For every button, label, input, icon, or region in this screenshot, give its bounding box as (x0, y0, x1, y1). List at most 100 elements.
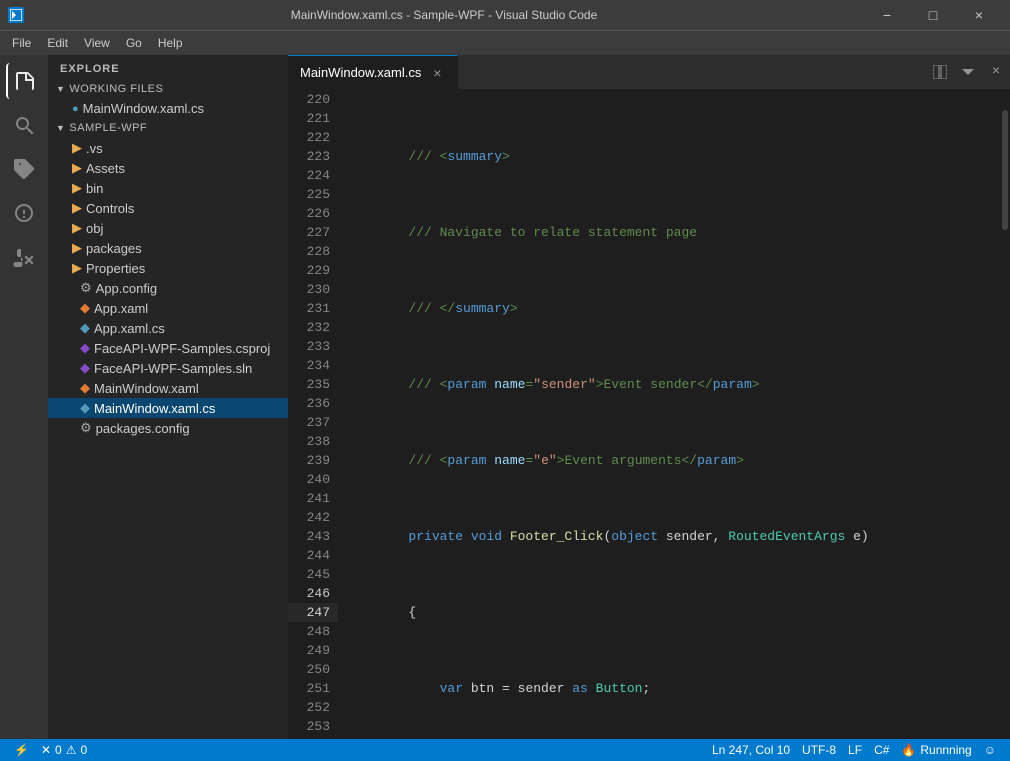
folder-label: obj (86, 221, 103, 236)
scroll-thumb[interactable] (1002, 110, 1008, 230)
window-title: MainWindow.xaml.cs - Sample-WPF - Visual… (32, 8, 856, 22)
line-numbers: 220 221 222 223 224 225 226 227 228 229 … (288, 90, 338, 739)
code-line-220: /// <summary> (346, 147, 1000, 166)
code-line-226: { (346, 603, 1000, 622)
code-line-224: /// <param name="e">Event arguments</par… (346, 451, 1000, 470)
tabs-bar: MainWindow.xaml.cs × × (288, 55, 1010, 90)
file-tree: ▶ .vs ▶ Assets ▶ bin ▶ Controls ▶ obj ▶ … (48, 138, 288, 739)
folder-icon: ▶ (72, 200, 82, 216)
file-csproj[interactable]: ◆ FaceAPI-WPF-Samples.csproj (48, 338, 288, 358)
encoding-label: UTF-8 (802, 743, 836, 757)
file-sln[interactable]: ◆ FaceAPI-WPF-Samples.sln (48, 358, 288, 378)
folder-vs[interactable]: ▶ .vs (48, 138, 288, 158)
extensions-icon[interactable] (6, 239, 42, 275)
close-button[interactable]: × (956, 0, 1002, 30)
file-label: App.xaml (94, 301, 148, 316)
git-icon[interactable] (6, 151, 42, 187)
folder-controls[interactable]: ▶ Controls (48, 198, 288, 218)
error-number: 0 (55, 743, 62, 757)
menu-file[interactable]: File (4, 34, 39, 52)
working-files-chevron: ▼ (56, 84, 65, 94)
folder-icon: ▶ (72, 240, 82, 256)
file-icon: ◆ (80, 320, 90, 336)
folder-icon: ▶ (72, 160, 82, 176)
file-app-config[interactable]: ⚙ App.config (48, 278, 288, 298)
position-label: Ln 247, Col 10 (712, 743, 790, 757)
file-app-xaml[interactable]: ◆ App.xaml (48, 298, 288, 318)
menu-help[interactable]: Help (150, 34, 191, 52)
editor-area: MainWindow.xaml.cs × × 220 221 222 223 (288, 55, 1010, 739)
working-files-label: WORKING FILES (69, 83, 163, 95)
sidebar-header: EXPLORE (48, 55, 288, 79)
menu-edit[interactable]: Edit (39, 34, 76, 52)
fire-icon: 🔥 (901, 743, 916, 757)
sample-wpf-chevron: ▼ (56, 123, 65, 133)
warning-icon: ⚠ (66, 743, 77, 757)
line-ending-item[interactable]: LF (842, 739, 868, 761)
sample-wpf-section[interactable]: ▼ SAMPLE-WPF (48, 118, 288, 138)
code-line-221: /// Navigate to relate statement page (346, 223, 1000, 242)
file-packages-config[interactable]: ⚙ packages.config (48, 418, 288, 438)
file-label: MainWindow.xaml (94, 381, 199, 396)
code-line-222: /// </summary> (346, 299, 1000, 318)
app-icon (8, 7, 24, 23)
minimize-button[interactable]: − (864, 0, 910, 30)
close-editor-button[interactable]: × (982, 58, 1010, 86)
tab-mainwindow[interactable]: MainWindow.xaml.cs × (288, 55, 458, 90)
file-label: FaceAPI-WPF-Samples.csproj (94, 341, 270, 356)
folder-bin[interactable]: ▶ bin (48, 178, 288, 198)
folder-label: bin (86, 181, 103, 196)
folder-assets[interactable]: ▶ Assets (48, 158, 288, 178)
smiley-item[interactable]: ☺ (978, 739, 1002, 761)
more-actions-button[interactable] (954, 58, 982, 86)
error-count[interactable]: ✕ 0 ⚠ 0 (35, 739, 93, 761)
folder-icon: ▶ (72, 180, 82, 196)
code-line-227: var btn = sender as Button; (346, 679, 1000, 698)
tab-label: MainWindow.xaml.cs (300, 65, 421, 80)
split-editor-button[interactable] (926, 58, 954, 86)
activity-bar (0, 55, 48, 739)
file-mainwindow-xaml[interactable]: ◆ MainWindow.xaml (48, 378, 288, 398)
explorer-icon[interactable] (6, 63, 42, 99)
working-files-section[interactable]: ▼ WORKING FILES (48, 79, 288, 99)
menu-view[interactable]: View (76, 34, 118, 52)
working-file-mainwindow[interactable]: ● MainWindow.xaml.cs (48, 99, 288, 118)
code-content[interactable]: /// <summary> /// Navigate to relate sta… (338, 90, 1000, 739)
menu-go[interactable]: Go (118, 34, 150, 52)
file-label: App.xaml.cs (94, 321, 165, 336)
working-file-label: MainWindow.xaml.cs (83, 101, 204, 116)
smiley-icon: ☺ (984, 743, 996, 757)
folder-packages[interactable]: ▶ packages (48, 238, 288, 258)
code-editor[interactable]: 220 221 222 223 224 225 226 227 228 229 … (288, 90, 1010, 739)
code-line-223: /// <param name="sender">Event sender</p… (346, 375, 1000, 394)
folder-properties[interactable]: ▶ Properties (48, 258, 288, 278)
debug-icon[interactable] (6, 195, 42, 231)
search-icon[interactable] (6, 107, 42, 143)
git-status[interactable]: ⚡ (8, 739, 35, 761)
file-icon: ⚙ (80, 420, 92, 436)
sidebar: EXPLORE ▼ WORKING FILES ● MainWindow.xam… (48, 55, 288, 739)
code-line-225: private void Footer_Click(object sender,… (346, 527, 1000, 546)
file-app-xaml-cs[interactable]: ◆ App.xaml.cs (48, 318, 288, 338)
language-item[interactable]: C# (868, 739, 895, 761)
file-label: packages.config (96, 421, 190, 436)
encoding-item[interactable]: UTF-8 (796, 739, 842, 761)
file-label: FaceAPI-WPF-Samples.sln (94, 361, 252, 376)
running-label: Runnning (920, 743, 971, 757)
folder-obj[interactable]: ▶ obj (48, 218, 288, 238)
file-icon: ◆ (80, 400, 90, 416)
main-layout: EXPLORE ▼ WORKING FILES ● MainWindow.xam… (0, 55, 1010, 739)
cursor-position[interactable]: Ln 247, Col 10 (706, 739, 796, 761)
folder-icon: ▶ (72, 260, 82, 276)
file-mainwindow-xaml-cs[interactable]: ◆ MainWindow.xaml.cs (48, 398, 288, 418)
warning-number: 0 (80, 743, 87, 757)
menu-bar: File Edit View Go Help (0, 30, 1010, 55)
maximize-button[interactable]: □ (910, 0, 956, 30)
file-icon: ◆ (80, 300, 90, 316)
running-item[interactable]: 🔥 Runnning (895, 739, 977, 761)
tab-close-button[interactable]: × (429, 65, 445, 81)
folder-label: packages (86, 241, 142, 256)
file-label: MainWindow.xaml.cs (94, 401, 215, 416)
vertical-scrollbar[interactable] (1000, 90, 1010, 739)
file-label: App.config (96, 281, 157, 296)
